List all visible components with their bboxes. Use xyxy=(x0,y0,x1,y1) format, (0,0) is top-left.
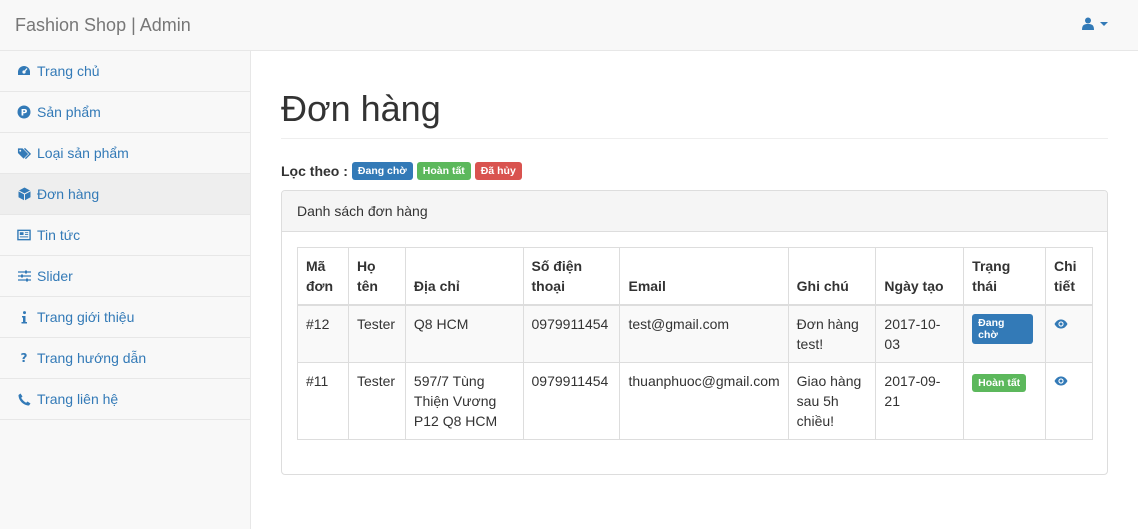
sidebar-item-label: Tin tức xyxy=(37,227,81,243)
dashboard-icon xyxy=(17,64,31,78)
svg-text:P: P xyxy=(21,109,28,119)
name-cell: Tester xyxy=(347,362,406,440)
question-icon: ? xyxy=(20,351,28,365)
date-cell: 2017-09-21 xyxy=(875,362,965,440)
column-header: Ghi chú xyxy=(787,247,877,306)
email-cell: thuanphuoc@gmail.com xyxy=(619,362,789,440)
column-header: Ngày tạo xyxy=(875,247,965,306)
column-header: Số điện thoại xyxy=(522,247,621,306)
orders-table: Mã đơn Họ tên Địa chỉ Số điện thoại Emai… xyxy=(297,247,1093,440)
address-cell: Q8 HCM xyxy=(404,304,524,363)
user-icon xyxy=(1082,17,1094,30)
status-badge: Hoàn tất xyxy=(972,374,1027,392)
main-content: Đơn hàng Lọc theo : Đang chờ Hoàn tất Đã… xyxy=(251,51,1138,529)
filter-completed-button[interactable]: Hoàn tất xyxy=(416,162,471,180)
sliders-icon xyxy=(17,269,31,283)
sidebar-item-label: Trang giới thiệu xyxy=(37,309,135,325)
sidebar-item-label: Sản phẩm xyxy=(37,104,101,120)
filter-pending-button[interactable]: Đang chờ xyxy=(351,162,413,180)
phone-cell: 0979911454 xyxy=(522,304,621,363)
order-icon xyxy=(17,187,31,201)
sidebar-item-label: Trang chủ xyxy=(37,63,100,79)
date-cell: 2017-10-03 xyxy=(875,304,965,363)
orders-panel: Danh sách đơn hàng Mã đơn Họ tên Địa chỉ… xyxy=(281,190,1108,475)
sidebar: Trang chủ P Sản phẩm Loại sản phẩm Đơn h… xyxy=(0,51,251,529)
eye-icon[interactable] xyxy=(1054,371,1068,391)
phone-cell: 0979911454 xyxy=(522,362,621,440)
detail-cell xyxy=(1045,304,1093,363)
table-row: #11 Tester 597/7 Tùng Thiện Vương P12 Q8… xyxy=(297,362,1093,440)
user-menu-dropdown[interactable] xyxy=(1082,17,1108,30)
info-icon xyxy=(17,310,31,324)
sidebar-item-categories[interactable]: Loại sản phẩm xyxy=(0,133,250,174)
sidebar-item-label: Trang liên hệ xyxy=(37,391,119,407)
sidebar-item-label: Trang hướng dẫn xyxy=(37,350,147,366)
eye-icon[interactable] xyxy=(1054,314,1068,334)
sidebar-item-slider[interactable]: Slider xyxy=(0,256,250,297)
status-filter: Lọc theo : Đang chờ Hoàn tất Đã hủy xyxy=(281,162,526,180)
email-cell: test@gmail.com xyxy=(619,304,789,363)
tags-icon xyxy=(17,146,31,160)
page-header: Đơn hàng xyxy=(281,89,1108,139)
table-row: #12 Tester Q8 HCM 0979911454 test@gmail.… xyxy=(297,304,1093,363)
status-cell: Đang chờ xyxy=(963,304,1046,363)
sidebar-item-products[interactable]: P Sản phẩm xyxy=(0,92,250,133)
sidebar-item-home[interactable]: Trang chủ xyxy=(0,51,250,92)
status-badge: Đang chờ xyxy=(972,314,1033,344)
column-header: Email xyxy=(619,247,789,306)
status-cell: Hoàn tất xyxy=(963,362,1046,440)
brand-title[interactable]: Fashion Shop | Admin xyxy=(15,14,191,36)
sidebar-item-label: Slider xyxy=(37,268,73,284)
sidebar-item-news[interactable]: Tin tức xyxy=(0,215,250,256)
phone-icon xyxy=(17,392,31,406)
page-title: Đơn hàng xyxy=(281,88,441,129)
note-cell: Giao hàng sau 5h chiều! xyxy=(787,362,877,440)
column-header: Địa chỉ xyxy=(404,247,524,306)
news-icon xyxy=(17,228,31,242)
sidebar-item-contact[interactable]: Trang liên hệ xyxy=(0,379,250,420)
sidebar-item-label: Loại sản phẩm xyxy=(37,145,129,161)
note-cell: Đơn hàng test! xyxy=(787,304,877,363)
column-header: Họ tên xyxy=(347,247,406,306)
order-id-cell: #11 xyxy=(297,362,349,440)
sidebar-item-label: Đơn hàng xyxy=(37,186,100,202)
chevron-down-icon xyxy=(1100,21,1108,26)
filter-cancelled-button[interactable]: Đã hủy xyxy=(474,162,522,180)
address-cell: 597/7 Tùng Thiện Vương P12 Q8 HCM xyxy=(404,362,524,440)
order-id-cell: #12 xyxy=(297,304,349,363)
detail-cell xyxy=(1045,362,1093,440)
sidebar-item-orders[interactable]: Đơn hàng xyxy=(0,174,250,215)
column-header: Trạng thái xyxy=(963,247,1046,306)
sidebar-item-about[interactable]: Trang giới thiệu xyxy=(0,297,250,338)
sidebar-item-guide[interactable]: ? Trang hướng dẫn xyxy=(0,338,250,379)
table-header-row: Mã đơn Họ tên Địa chỉ Số điện thoại Emai… xyxy=(297,247,1093,306)
column-header: Mã đơn xyxy=(297,247,349,306)
filter-label: Lọc theo : xyxy=(281,163,348,179)
column-header: Chi tiết xyxy=(1045,247,1093,306)
name-cell: Tester xyxy=(347,304,406,363)
panel-title: Danh sách đơn hàng xyxy=(282,191,1107,232)
top-navbar: Fashion Shop | Admin xyxy=(0,0,1138,51)
product-icon: P xyxy=(17,105,31,119)
